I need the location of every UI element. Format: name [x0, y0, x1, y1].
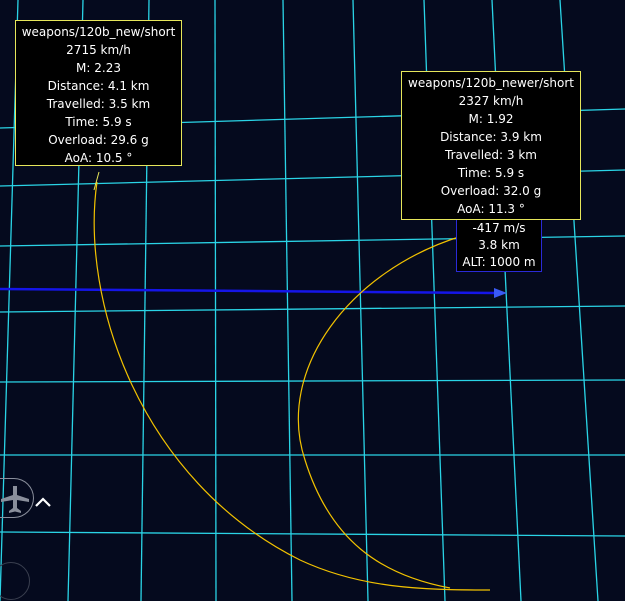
- target-arrow-icon: [494, 288, 507, 298]
- target-range: 3.8 km: [478, 238, 520, 252]
- plane-icon: [1, 486, 29, 513]
- plane-view-button[interactable]: [0, 478, 34, 518]
- missile-label-b: weapons/120b_newer/short 2327 km/h M: 1.…: [401, 71, 581, 220]
- missile-b-name: weapons/120b_newer/short: [408, 76, 574, 90]
- missile-b-distance: Distance: 3.9 km: [440, 130, 542, 144]
- missile-b-overload: Overload: 32.0 g: [440, 184, 542, 198]
- missile-a-name: weapons/120b_new/short: [21, 25, 176, 39]
- missile-a-overload: Overload: 29.6 g: [48, 133, 149, 147]
- missile-b-mach: M: 1.92: [468, 112, 514, 126]
- chevron-up-button[interactable]: [33, 494, 53, 510]
- missile-a-mach: M: 2.23: [76, 61, 121, 75]
- missile-a-time: Time: 5.9 s: [65, 115, 132, 129]
- missile-a-distance: Distance: 4.1 km: [47, 79, 150, 93]
- target-vertical-speed: -417 m/s: [472, 221, 526, 235]
- missile-a-speed: 2715 km/h: [66, 43, 131, 57]
- missile-b-speed: 2327 km/h: [458, 94, 524, 108]
- missile-a-aoa: AoA: 10.5 °: [64, 151, 133, 165]
- missile-label-a: weapons/120b_new/short 2715 km/h M: 2.23…: [15, 20, 182, 166]
- missile-b-time: Time: 5.9 s: [457, 166, 525, 180]
- chevron-up-icon: [35, 497, 51, 507]
- target-label: -417 m/s 3.8 km ALT: 1000 m: [456, 218, 542, 272]
- target-altitude: ALT: 1000 m: [462, 255, 536, 269]
- missile-b-travelled: Travelled: 3 km: [445, 148, 537, 162]
- missile-b-aoa: AoA: 11.3 °: [457, 202, 525, 216]
- missile-a-travelled: Travelled: 3.5 km: [46, 97, 151, 111]
